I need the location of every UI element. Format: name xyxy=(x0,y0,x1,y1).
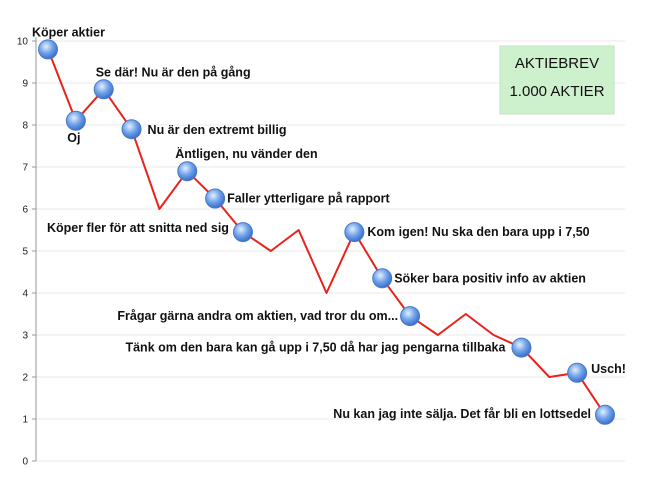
y-tick-label: 5 xyxy=(22,247,28,258)
stock-chart: 0 1 2 3 4 5 6 7 8 9 10 Köper aktier Oj Se där! Nu är… xyxy=(17,25,626,468)
annotation-label: Oj xyxy=(67,131,80,145)
y-tick-label: 6 xyxy=(22,205,28,216)
y-tick-label: 7 xyxy=(22,163,28,174)
y-tick-label: 2 xyxy=(22,373,28,384)
data-marker xyxy=(177,161,198,182)
data-marker xyxy=(511,337,532,358)
info-box: AKTIEBREV 1.000 AKTIER xyxy=(499,45,615,115)
y-axis-ticks: 0 1 2 3 4 5 6 7 8 9 10 xyxy=(17,37,36,468)
annotation-label: Frågar gärna andra om aktien, vad tror d… xyxy=(117,309,398,323)
data-marker xyxy=(65,110,86,131)
y-tick-label: 9 xyxy=(22,79,28,90)
y-tick-label: 0 xyxy=(22,457,28,468)
data-marker xyxy=(400,306,421,327)
annotation-label: Nu kan jag inte sälja. Det får bli en lo… xyxy=(333,407,591,421)
data-marker xyxy=(121,119,142,140)
annotation-label: Kom igen! Nu ska den bara upp i 7,50 xyxy=(367,225,589,239)
y-tick-label: 3 xyxy=(22,331,28,342)
y-tick-label: 10 xyxy=(17,37,29,48)
data-marker xyxy=(567,362,588,383)
data-marker xyxy=(38,39,58,60)
annotation-label: Usch! xyxy=(591,362,626,376)
y-tick-label: 1 xyxy=(22,415,28,426)
annotation-label: Köper aktier xyxy=(32,25,105,39)
y-tick-label: 8 xyxy=(22,121,28,132)
data-marker xyxy=(93,79,114,100)
data-marker xyxy=(595,404,615,425)
annotation-label: Söker bara positiv info av aktien xyxy=(394,271,586,285)
data-marker xyxy=(205,188,226,209)
annotation-label: Faller ytterligare på rapport xyxy=(227,192,390,206)
annotation-label: Nu är den extremt billig xyxy=(148,123,287,137)
annotation-label: Tänk om den bara kan gå upp i 7,50 då ha… xyxy=(125,341,506,355)
annotation-label: Se där! Nu är den på gång xyxy=(96,65,251,79)
data-marker xyxy=(372,268,393,289)
annotation-label: Äntligen, nu vänder den xyxy=(175,146,317,161)
info-box-line: AKTIEBREV xyxy=(515,55,599,72)
data-marker xyxy=(232,222,253,243)
annotation-label: Köper fler för att snitta ned sig xyxy=(47,221,229,235)
data-marker xyxy=(344,222,365,243)
y-tick-label: 4 xyxy=(22,289,28,300)
info-box-line: 1.000 AKTIER xyxy=(509,83,604,100)
